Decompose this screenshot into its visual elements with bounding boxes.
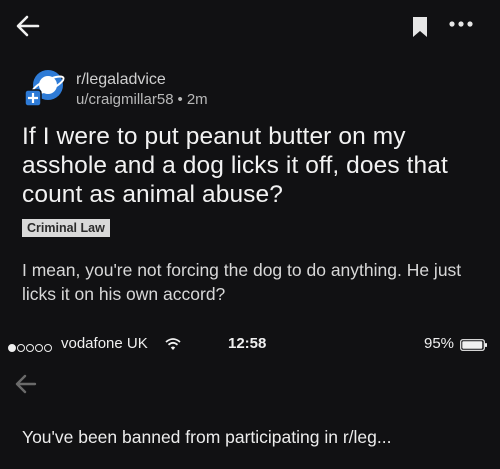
post-age: 2m [186, 91, 208, 108]
battery-percent: 95% [424, 335, 455, 352]
signal-dot [26, 344, 34, 352]
back-arrow-icon[interactable] [13, 371, 39, 397]
signal-dot [35, 344, 43, 352]
post-meta: u/craigmillar58 • 2m [76, 91, 208, 108]
subreddit-avatar-icon[interactable] [24, 67, 66, 109]
more-icon[interactable] [447, 14, 475, 34]
subreddit-name[interactable]: r/legaladvice [76, 71, 166, 89]
battery-icon [460, 338, 488, 351]
bookmark-icon[interactable] [410, 15, 430, 39]
post-title: If I were to put peanut butter on my ass… [22, 123, 448, 208]
status-bar: vodafone UK 12:58 95% [0, 335, 500, 357]
signal-dot [44, 344, 52, 352]
signal-dot [8, 344, 16, 352]
ban-notice[interactable]: You've been banned from participating in… [22, 427, 391, 448]
author-name[interactable]: u/craigmillar58 [76, 91, 174, 108]
wifi-icon [165, 337, 181, 351]
signal-strength-icon [8, 339, 53, 356]
back-arrow-icon[interactable] [14, 12, 42, 40]
post-body: I mean, you're not forcing the dog to do… [22, 260, 462, 304]
carrier-name: vodafone UK [61, 335, 148, 352]
signal-dot [17, 344, 25, 352]
meta-separator: • [177, 91, 183, 108]
post-flair[interactable]: Criminal Law [22, 219, 110, 237]
status-time: 12:58 [228, 335, 267, 352]
